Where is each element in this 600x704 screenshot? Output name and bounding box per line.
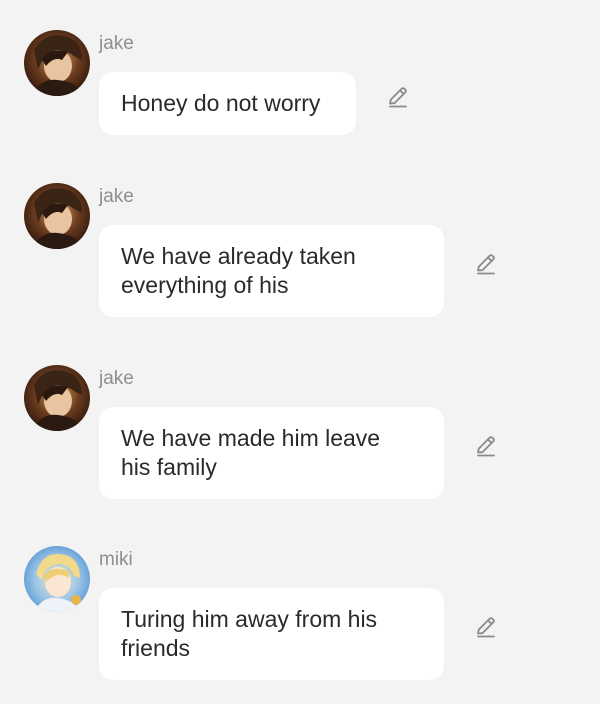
sender-name: jake xyxy=(99,368,134,389)
message-bubble[interactable]: We have made him leave his family xyxy=(99,407,444,499)
sender-name: jake xyxy=(99,186,134,207)
pencil-edit-icon[interactable] xyxy=(473,433,499,459)
pencil-edit-icon[interactable] xyxy=(473,251,499,277)
message-text: We have made him leave his family xyxy=(121,425,381,480)
avatar[interactable] xyxy=(24,183,90,249)
message-text: We have already taken everything of his xyxy=(121,243,356,298)
message-bubble[interactable]: We have already taken everything of his xyxy=(99,225,444,317)
sender-name: miki xyxy=(99,549,133,570)
avatar[interactable] xyxy=(24,365,90,431)
message-text: Honey do not worry xyxy=(121,90,321,116)
message-bubble[interactable]: Turing him away from his friends xyxy=(99,588,444,680)
pencil-edit-icon[interactable] xyxy=(385,84,411,110)
avatar[interactable] xyxy=(24,546,90,612)
message-text: Turing him away from his friends xyxy=(121,606,378,661)
avatar[interactable] xyxy=(24,30,90,96)
message-bubble[interactable]: Honey do not worry xyxy=(99,72,356,135)
sender-name: jake xyxy=(99,33,134,54)
pencil-edit-icon[interactable] xyxy=(473,614,499,640)
